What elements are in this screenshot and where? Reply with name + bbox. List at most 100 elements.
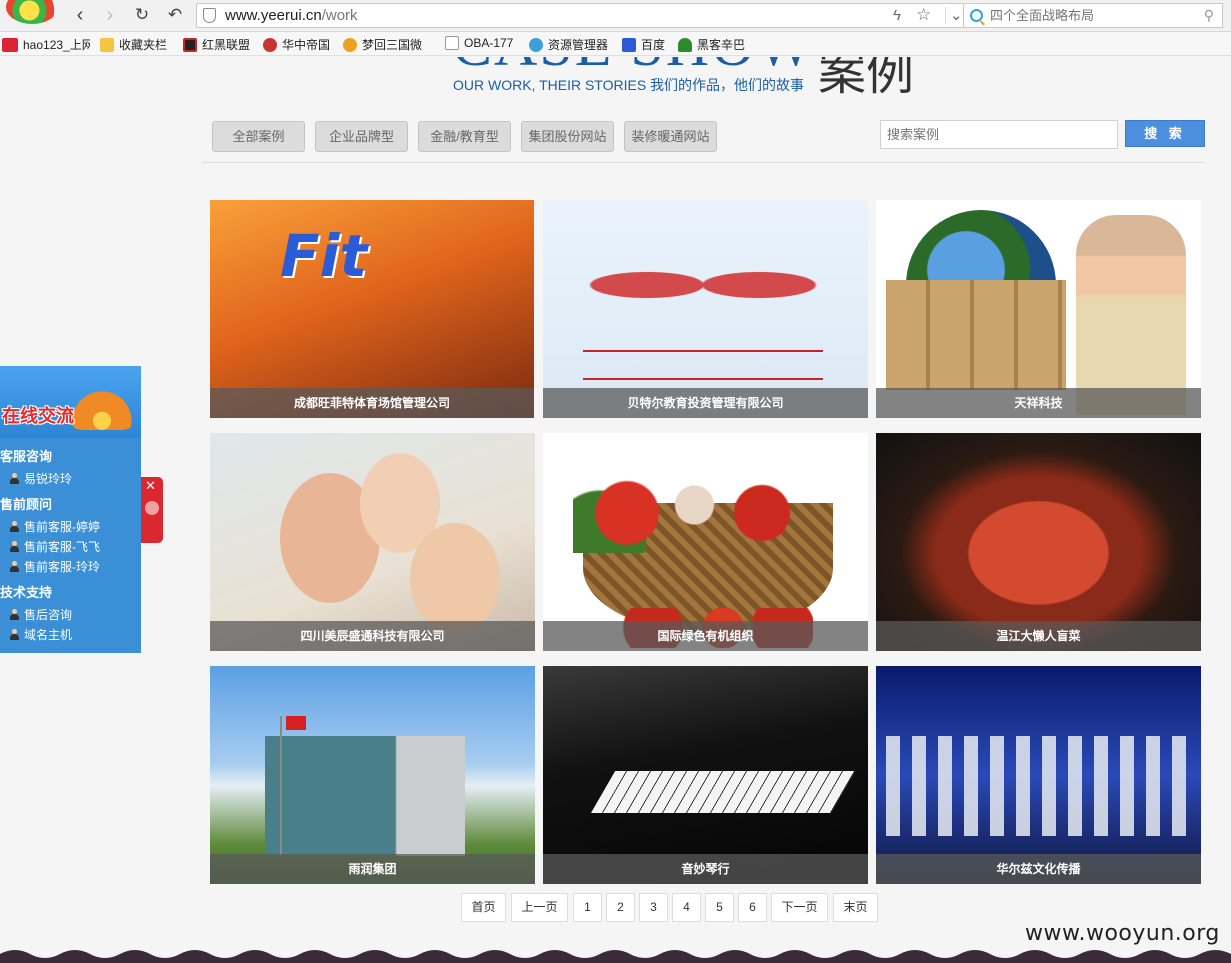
case-card-9[interactable]: 华尔兹文化传播 [876, 666, 1201, 884]
case-card-3[interactable]: 天祥科技 [876, 200, 1201, 418]
office-building-image [210, 666, 535, 884]
bookmark-oba177[interactable]: OBA-177 [445, 36, 513, 52]
shield-logo-icon [183, 38, 197, 52]
courier-globe-image [876, 200, 1201, 418]
undo-icon[interactable]: ↶ [163, 4, 187, 28]
case-search-input[interactable] [880, 120, 1118, 149]
tree-icon [678, 38, 692, 52]
fitness-gym-image: Fit [210, 200, 534, 418]
bookmark-resource-manager[interactable]: 资源管理器 [529, 36, 608, 52]
address-url[interactable]: www.yeerui.cn/work [225, 7, 358, 24]
case-card-6[interactable]: 温江大懒人盲菜 [876, 433, 1201, 651]
star-icon[interactable]: ☆ [916, 6, 931, 23]
case-card-7[interactable]: 雨润集团 [210, 666, 535, 884]
chat-section-tech-support: 技术支持 [0, 585, 53, 600]
filter-decoration-hvac[interactable]: 装修暖通网站 [624, 121, 717, 152]
divider [202, 162, 1205, 163]
bookmark-favorites-bar[interactable]: 收藏夹栏 [100, 36, 167, 52]
page-6[interactable]: 6 [738, 893, 767, 922]
case-card-2[interactable]: 贝特尔教育投资管理有限公司 [543, 200, 868, 418]
chat-agent-domain-host[interactable]: 域名主机 [10, 626, 72, 643]
family-portrait-image [210, 433, 535, 651]
person-icon [10, 521, 19, 532]
close-icon[interactable]: ✕ [145, 479, 156, 493]
url-host: www.yeerui.cn [225, 7, 322, 24]
filter-all-cases[interactable]: 全部案例 [212, 121, 305, 152]
site-logo-icon [263, 38, 277, 52]
baidu-paw-icon [622, 38, 636, 52]
case-caption: 温江大懒人盲菜 [876, 621, 1201, 651]
chat-agent-feifei[interactable]: 售前客服-飞飞 [10, 538, 100, 555]
shield-icon [203, 8, 216, 23]
folder-icon [100, 38, 114, 52]
page-1[interactable]: 1 [573, 893, 602, 922]
chevron-down-icon[interactable]: ⌄ [945, 7, 963, 24]
page-3[interactable]: 3 [639, 893, 668, 922]
chat-section-customer-service: 客服咨询 [0, 449, 53, 464]
refresh-icon[interactable]: ↻ [130, 4, 154, 28]
bookmark-menghuisanguo[interactable]: 梦回三国微 [343, 36, 433, 52]
page-subtitle: OUR WORK, THEIR STORIES 我们的作品，他们的故事 [453, 77, 805, 93]
person-icon [10, 473, 19, 484]
browser-toolbar: ‹ › ↻ ↶ www.yeerui.cn/work ϟ ☆ ⌄ ⚲ [0, 0, 1231, 32]
filter-group-shares[interactable]: 集团股份网站 [521, 121, 614, 152]
watermark: www.wooyun.org [1025, 921, 1220, 946]
case-caption: 成都旺菲特体育场馆管理公司 [210, 388, 534, 418]
page-next[interactable]: 下一页 [771, 893, 828, 922]
case-card-4[interactable]: 四川美辰盛通科技有限公司 [210, 433, 535, 651]
search-engine-icon [970, 9, 983, 22]
paw-icon [145, 501, 159, 515]
case-card-5[interactable]: 国际绿色有机组织 [543, 433, 868, 651]
dancers-stage-image [876, 666, 1201, 884]
search-icon[interactable]: ⚲ [1204, 7, 1214, 24]
case-caption: 雨润集团 [210, 854, 535, 884]
game-logo-icon [343, 38, 357, 52]
page-5[interactable]: 5 [705, 893, 734, 922]
person-icon [10, 629, 19, 640]
chat-section-presales: 售前顾问 [0, 497, 53, 512]
chat-title: 在线交流 [2, 406, 74, 427]
page-first[interactable]: 首页 [461, 893, 506, 922]
flower-icon [70, 384, 134, 430]
chat-toggle-tab[interactable]: ✕ [141, 477, 163, 543]
browser-search[interactable]: ⚲ [964, 3, 1223, 28]
page-prev[interactable]: 上一页 [511, 893, 568, 922]
browser-logo-icon[interactable] [6, 0, 58, 24]
bookmark-hongheilianmeng[interactable]: 红黑联盟 [183, 36, 250, 52]
chat-agent-aftersales[interactable]: 售后咨询 [10, 606, 72, 623]
case-card-8[interactable]: 音妙琴行 [543, 666, 868, 884]
case-caption: 音妙琴行 [543, 854, 868, 884]
case-card-1[interactable]: Fit 成都旺菲特体育场馆管理公司 [210, 200, 534, 418]
page-2[interactable]: 2 [606, 893, 635, 922]
bookmark-hao123[interactable]: hao123_上网 [2, 36, 90, 52]
bookmark-huazhongdiguo[interactable]: 华中帝国 [263, 36, 330, 52]
filter-enterprise-brand[interactable]: 企业品牌型 [315, 121, 408, 152]
bookmark-heikexinba[interactable]: 黑客辛巴 [678, 36, 745, 52]
case-search-button[interactable]: 搜 索 [1125, 120, 1205, 147]
globe-icon [529, 38, 543, 52]
page-title-cn: 案例 [818, 57, 915, 101]
page-last[interactable]: 末页 [833, 893, 878, 922]
vegetable-basket-image [543, 433, 868, 651]
online-chat-widget: 在线交流 客服咨询 易锐玲玲 售前顾问 售前客服-婷婷 售前客服-飞飞 售前客服… [0, 366, 141, 653]
case-caption: 贝特尔教育投资管理有限公司 [543, 388, 868, 418]
person-icon [10, 541, 19, 552]
spicy-dish-image [876, 433, 1201, 651]
page-content: CASE SHOW 案例 OUR WORK, THEIR STORIES 我们的… [0, 57, 1231, 963]
forward-icon[interactable]: › [98, 4, 122, 28]
chat-agent-yirui-lingling[interactable]: 易锐玲玲 [10, 470, 72, 487]
lightning-icon[interactable]: ϟ [893, 7, 901, 24]
browser-search-input[interactable] [990, 6, 1190, 25]
chat-agent-tingting[interactable]: 售前客服-婷婷 [10, 518, 100, 535]
page-4[interactable]: 4 [672, 893, 701, 922]
bookmark-baidu[interactable]: 百度 [622, 36, 665, 52]
page-icon [445, 36, 459, 50]
hao123-icon [2, 38, 18, 52]
address-bar[interactable]: www.yeerui.cn/work ϟ ☆ ⌄ [196, 3, 964, 28]
case-caption: 华尔兹文化传播 [876, 854, 1201, 884]
bookmarks-bar: hao123_上网 收藏夹栏 红黑联盟 华中帝国 梦回三国微 OBA-177 资… [0, 32, 1231, 56]
filter-finance-education[interactable]: 金融/教育型 [418, 121, 511, 152]
back-icon[interactable]: ‹ [68, 4, 92, 28]
chat-agent-lingling[interactable]: 售前客服-玲玲 [10, 558, 100, 575]
person-icon [10, 561, 19, 572]
